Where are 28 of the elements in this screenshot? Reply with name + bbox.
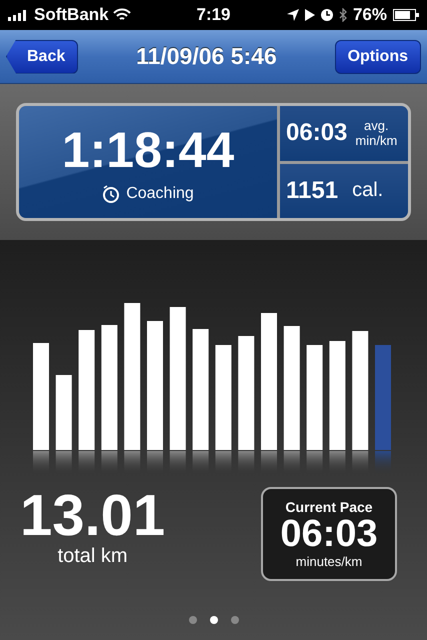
page-dot[interactable]: [230, 616, 238, 624]
clock-time: 7:19: [196, 5, 231, 25]
page-dot[interactable]: [210, 616, 218, 624]
location-icon: [286, 9, 299, 21]
avg-label: avg.: [364, 118, 389, 134]
distance-value: 13.01: [20, 487, 166, 545]
battery-percent: 76%: [352, 5, 387, 25]
play-icon: [304, 9, 315, 21]
duration-value: 1:18:44: [62, 121, 234, 179]
calories-unit: cal.: [352, 179, 384, 202]
current-pace-value: 06:03: [280, 514, 378, 554]
current-pace-title: Current Pace: [285, 498, 373, 515]
back-button[interactable]: Back: [6, 40, 78, 74]
wifi-icon: [112, 8, 131, 22]
current-pace-unit: minutes/km: [296, 554, 362, 570]
timer-icon: [102, 185, 120, 203]
options-button[interactable]: Options: [334, 40, 421, 74]
bluetooth-icon: [338, 8, 347, 22]
page-dot[interactable]: [188, 616, 196, 624]
coaching-label: Coaching: [126, 185, 194, 203]
pace-unit: min/km: [355, 133, 398, 148]
distance-unit: total km: [58, 545, 128, 568]
calories-value: 1151: [286, 176, 338, 205]
avg-pace-value: 06:03: [286, 119, 348, 148]
battery-icon: [393, 9, 419, 21]
nav-title: 11/09/06 5:46: [136, 43, 277, 70]
alarm-icon: [320, 9, 333, 21]
carrier-name: SoftBank: [34, 5, 109, 25]
